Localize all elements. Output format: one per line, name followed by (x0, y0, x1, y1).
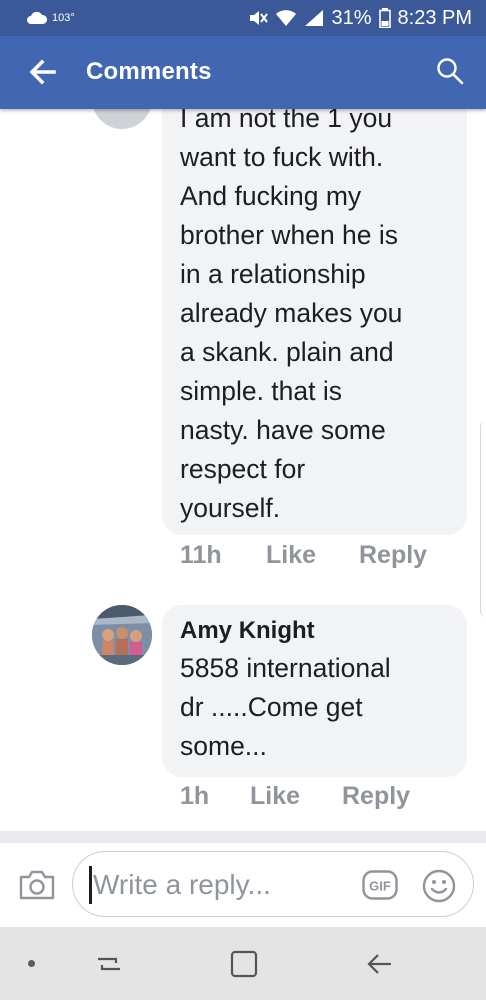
comment-line: yourself. (180, 493, 281, 523)
comment-line: simple. that is (180, 376, 343, 406)
reply-button[interactable]: Reply (359, 541, 427, 570)
gif-icon[interactable]: GIF (362, 870, 398, 900)
mute-icon (250, 11, 269, 25)
battery-icon (378, 8, 391, 28)
cloud-icon (27, 11, 48, 24)
gif-label: GIF (369, 879, 391, 894)
comment-line: a skank. plain and (180, 337, 394, 367)
comment-timestamp: 11h (180, 541, 222, 569)
back-icon[interactable] (364, 949, 394, 979)
like-button[interactable]: Like (266, 541, 359, 570)
emoji-icon[interactable] (422, 869, 456, 903)
comments-list: I am not the 1 you want to fuck with. An… (0, 109, 486, 831)
comment-text: I am not the 1 you want to fuck with. An… (180, 109, 462, 528)
top-navigation-bar: Comments (0, 36, 486, 109)
weather-status: 103° (26, 11, 75, 25)
avatar-photo (92, 605, 152, 665)
signal-icon (305, 10, 324, 26)
comment-bubble[interactable]: I am not the 1 you want to fuck with. An… (162, 109, 467, 535)
search-icon[interactable] (436, 57, 464, 85)
comment-text: 5858 international dr .....Come get some… (180, 649, 462, 766)
status-bar: 103° 31% 8:23 PM (0, 0, 486, 36)
divider (0, 831, 486, 843)
text-cursor (89, 866, 92, 904)
nav-dot-indicator (28, 960, 35, 967)
avatar[interactable] (92, 605, 152, 665)
comment-actions: 11h Like Reply (180, 541, 427, 570)
temperature: 103° (52, 12, 75, 24)
comment-timestamp: 1h (180, 782, 210, 810)
system-navigation-bar (0, 927, 486, 1000)
comment-line: already makes you (180, 298, 403, 328)
comment-line: 5858 international (180, 653, 391, 683)
comment-actions: 1h Like Reply (180, 782, 410, 811)
like-button[interactable]: Like (250, 782, 342, 811)
comment-line: And fucking my (180, 181, 362, 211)
camera-icon[interactable] (18, 869, 56, 901)
scroll-indicator[interactable] (480, 421, 486, 617)
battery-percent: 31% (331, 6, 372, 29)
comment-line: want to fuck with. (180, 142, 384, 172)
comment-line: I am not the 1 you (180, 109, 393, 133)
comment-line: some... (180, 731, 267, 761)
comment-bubble[interactable]: Amy Knight 5858 international dr .....Co… (162, 605, 467, 777)
clock: 8:23 PM (397, 6, 472, 29)
avatar[interactable] (92, 109, 152, 129)
comment-author[interactable]: Amy Knight (180, 617, 315, 645)
recent-apps-icon[interactable] (94, 949, 124, 979)
reply-button[interactable]: Reply (342, 782, 410, 811)
back-arrow-icon[interactable] (28, 58, 56, 86)
home-icon[interactable] (229, 949, 259, 979)
reply-placeholder: Write a reply... (93, 869, 271, 900)
reply-composer: Write a reply... GIF (0, 843, 486, 927)
comment-line: respect for (180, 454, 306, 484)
reply-input[interactable]: Write a reply... GIF (72, 851, 474, 917)
page-title: Comments (86, 58, 212, 85)
comment-line: in a relationship (180, 259, 366, 289)
comment-line: brother when he is (180, 220, 399, 250)
wifi-icon (276, 10, 297, 26)
comment-line: nasty. have some (180, 415, 386, 445)
comment-line: dr .....Come get (180, 692, 363, 722)
